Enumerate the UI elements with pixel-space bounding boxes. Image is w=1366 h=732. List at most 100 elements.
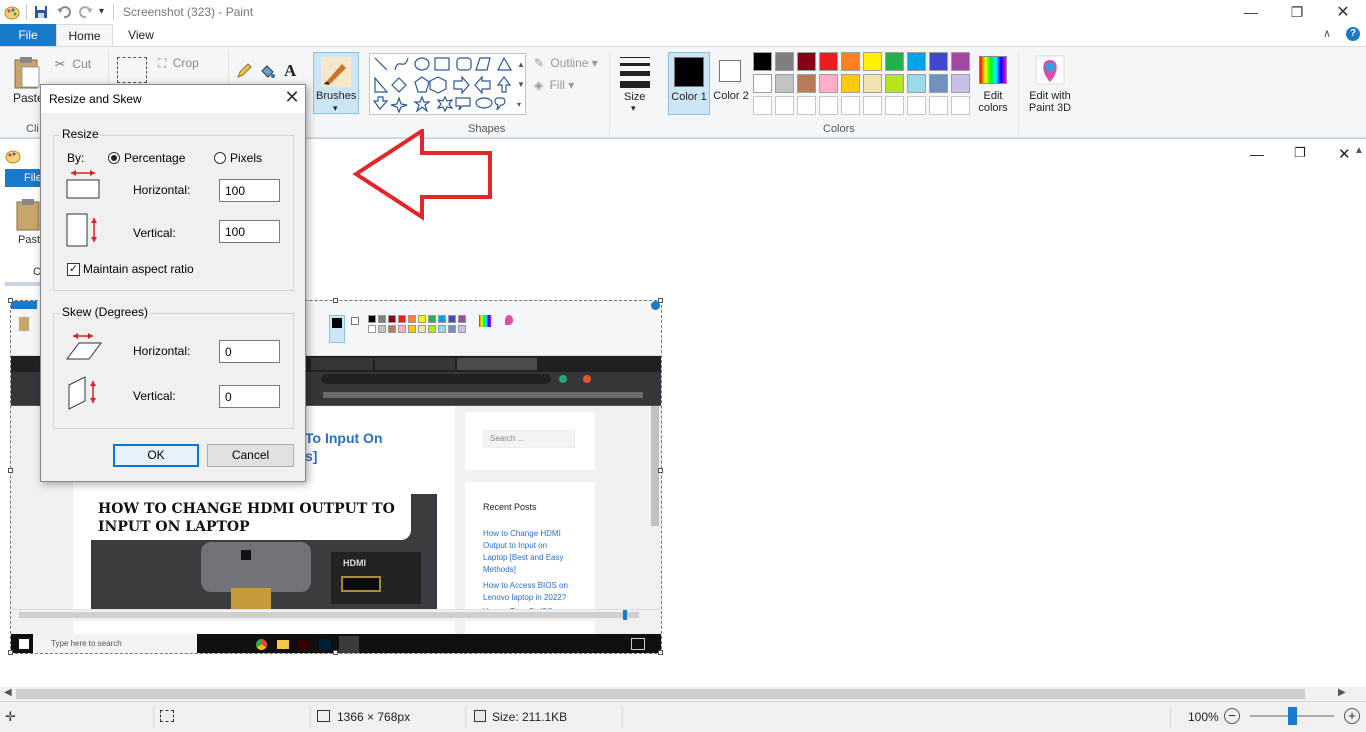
palette-swatch[interactable] <box>775 74 794 93</box>
mini-paste-icon <box>19 317 29 331</box>
scrollbar-thumb[interactable] <box>16 689 1305 699</box>
palette-swatch[interactable] <box>885 74 904 93</box>
custom-color-slot[interactable] <box>797 96 816 115</box>
custom-color-slot[interactable] <box>929 96 948 115</box>
resize-handle[interactable] <box>658 468 663 473</box>
custom-color-slot[interactable] <box>885 96 904 115</box>
skew-horizontal-input[interactable] <box>219 340 280 363</box>
scroll-up-icon[interactable]: ▲ <box>1354 145 1364 156</box>
shapes-scroll-up-icon[interactable]: ▲ <box>517 60 525 69</box>
custom-color-slot[interactable] <box>907 96 926 115</box>
article-banner-image: HOW TO CHANGE HDMI OUTPUT TO INPUT ON LA… <box>91 494 437 614</box>
palette-swatch[interactable] <box>951 74 970 93</box>
palette-swatch[interactable] <box>753 52 772 71</box>
select-icon[interactable] <box>117 57 147 83</box>
palette-swatch[interactable] <box>907 74 926 93</box>
paint-app-icon[interactable] <box>4 4 20 20</box>
skew-legend: Skew (Degrees) <box>60 305 151 319</box>
custom-color-slot[interactable] <box>775 96 794 115</box>
edit-colors-button[interactable]: Edit colors <box>975 52 1011 114</box>
custom-color-slot[interactable] <box>819 96 838 115</box>
size-button[interactable]: Size ▾ <box>616 53 654 115</box>
palette-swatch[interactable] <box>797 74 816 93</box>
palette-swatch[interactable] <box>863 52 882 71</box>
close-button[interactable]: ✕ <box>1320 0 1366 24</box>
customize-quick-access-icon[interactable]: ▾ <box>99 6 104 17</box>
palette-swatch[interactable] <box>907 52 926 71</box>
ok-button[interactable]: OK <box>113 444 199 467</box>
clipboard-group-label: Cli <box>26 123 39 135</box>
palette-swatch[interactable] <box>951 52 970 71</box>
dialog-close-button[interactable]: ✕ <box>281 87 303 109</box>
resize-handle[interactable] <box>8 650 13 655</box>
cut-button[interactable]: ✂ Cut <box>55 57 91 71</box>
mini-palette-swatch <box>448 315 456 323</box>
outline-button[interactable]: ✎ Outline ▾ <box>534 56 598 70</box>
red-arrow-annotation <box>352 129 492 221</box>
fill-icon[interactable] <box>259 63 275 79</box>
color1-button[interactable]: Color 1 <box>668 52 710 115</box>
recent-posts-heading: Recent Posts <box>483 502 537 512</box>
save-icon[interactable] <box>33 4 49 20</box>
resize-handle[interactable] <box>658 650 663 655</box>
tab-view[interactable]: View <box>113 24 169 46</box>
scissors-icon: ✂ <box>55 57 66 71</box>
shapes-scroll-down-icon[interactable]: ▼ <box>517 80 525 89</box>
brushes-button[interactable]: Brushes ▾ <box>313 52 359 114</box>
restore-button[interactable]: ❐ <box>1274 0 1320 24</box>
minimize-ribbon-icon[interactable]: ∧ <box>1323 27 1331 40</box>
custom-color-slot[interactable] <box>753 96 772 115</box>
zoom-out-button[interactable]: − <box>1224 708 1240 724</box>
palette-swatch[interactable] <box>929 52 948 71</box>
palette-swatch[interactable] <box>841 52 860 71</box>
mini-palette-swatch <box>388 325 396 333</box>
palette-swatch[interactable] <box>885 52 904 71</box>
palette-swatch[interactable] <box>797 52 816 71</box>
palette-swatch[interactable] <box>775 52 794 71</box>
custom-color-slot[interactable] <box>863 96 882 115</box>
resize-handle[interactable] <box>333 650 338 655</box>
color2-button[interactable]: Color 2 <box>713 52 749 115</box>
palette-swatch[interactable] <box>929 74 948 93</box>
help-icon[interactable]: ? <box>1346 27 1360 41</box>
shapes-gallery[interactable]: ▲ ▼ ▾ <box>369 53 526 115</box>
minimize-button[interactable]: — <box>1228 0 1274 24</box>
resize-vertical-input[interactable] <box>219 220 280 243</box>
scroll-right-icon[interactable]: ▶ <box>1338 687 1346 698</box>
custom-color-slot[interactable] <box>841 96 860 115</box>
scroll-left-icon[interactable]: ◀ <box>4 687 12 698</box>
palette-swatch[interactable] <box>819 52 838 71</box>
pencil-icon[interactable] <box>236 63 252 79</box>
tab-home[interactable]: Home <box>56 24 113 47</box>
mini-palette-swatch <box>398 315 406 323</box>
palette-swatch[interactable] <box>863 74 882 93</box>
shapes-more-icon[interactable]: ▾ <box>517 100 521 109</box>
resize-handle[interactable] <box>8 468 13 473</box>
mini-palette-swatch <box>418 325 426 333</box>
resize-handle[interactable] <box>658 298 663 303</box>
zoom-in-button[interactable]: + <box>1344 708 1360 724</box>
skew-vertical-input[interactable] <box>219 385 280 408</box>
resize-handle[interactable] <box>333 298 338 303</box>
resize-handle[interactable] <box>8 298 13 303</box>
zoom-slider-thumb[interactable] <box>1288 707 1297 725</box>
redo-icon[interactable] <box>78 4 94 20</box>
brush-icon <box>321 57 351 87</box>
crop-button[interactable]: ⛶ Crop <box>158 56 199 71</box>
paste-icon[interactable] <box>12 55 42 91</box>
mini-palette-swatch <box>428 315 436 323</box>
palette-swatch[interactable] <box>819 74 838 93</box>
text-tool-icon[interactable]: A <box>284 61 296 81</box>
resize-horizontal-input[interactable] <box>219 179 280 202</box>
undo-icon[interactable] <box>56 4 72 20</box>
edit-with-paint3d-button[interactable]: Edit with Paint 3D <box>1024 52 1076 114</box>
fill-button[interactable]: ◈ Fill ▾ <box>534 78 574 92</box>
palette-swatch[interactable] <box>841 74 860 93</box>
cancel-button[interactable]: Cancel <box>207 444 294 467</box>
canvas-dimensions: 1366 × 768px <box>337 710 411 724</box>
horizontal-scrollbar[interactable]: ◀ ▶ <box>0 687 1366 701</box>
mini-edit-colors-icon <box>479 315 491 327</box>
tab-file[interactable]: File <box>0 24 56 46</box>
palette-swatch[interactable] <box>753 74 772 93</box>
custom-color-slot[interactable] <box>951 96 970 115</box>
